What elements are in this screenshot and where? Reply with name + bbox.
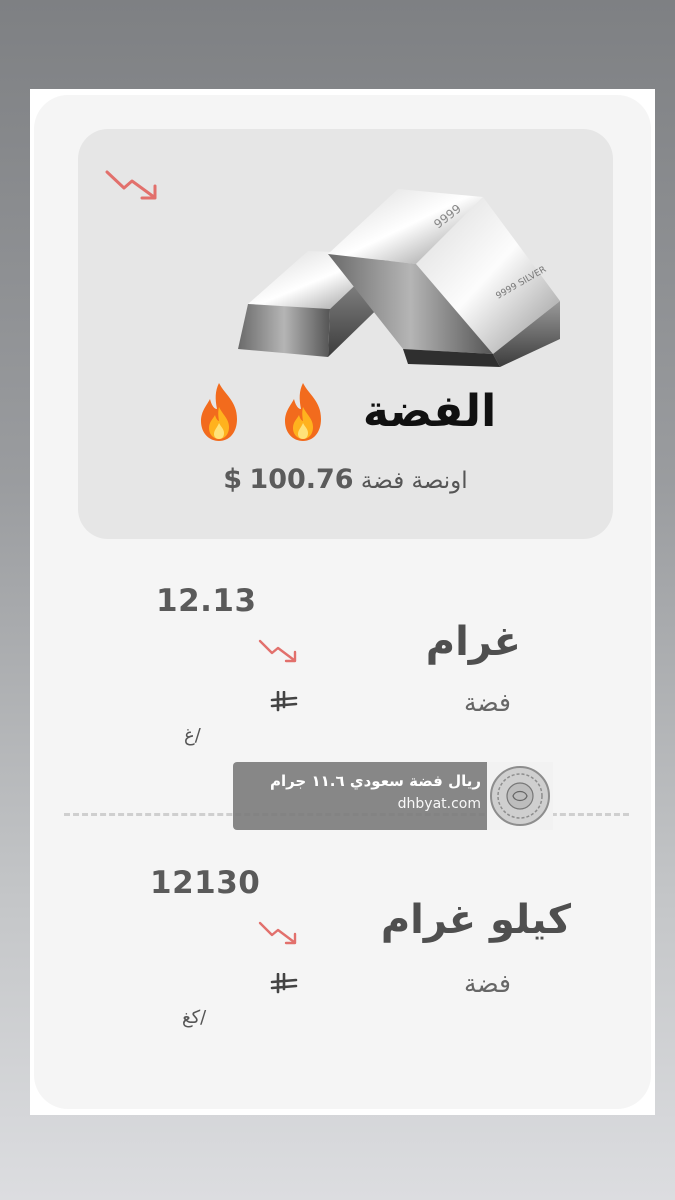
- ounce-label: اونصة فضة: [360, 468, 468, 494]
- saudi-riyal-icon: [270, 973, 298, 994]
- unit-name: غرام: [425, 619, 521, 665]
- price-value: 12.13: [156, 583, 257, 619]
- per-unit: /غ: [184, 725, 201, 746]
- price-value: 12130: [150, 865, 261, 901]
- trend-down-icon: [258, 921, 297, 945]
- unit-name: كيلو غرام: [380, 897, 571, 943]
- coin-thumbnail: [487, 762, 553, 830]
- per-unit: /كغ: [182, 1007, 207, 1028]
- fire-emoji-icon: [200, 383, 237, 441]
- fire-emoji-icon: [284, 383, 321, 441]
- silver-price-card: 9999 9999 SILVER الفضة اونصة فضة 100.76 …: [34, 95, 651, 1109]
- link-domain: dhbyat.com: [397, 796, 481, 812]
- trend-down-icon: [258, 639, 297, 663]
- saudi-riyal-icon: [270, 691, 298, 712]
- ounce-price: 100.76: [249, 464, 354, 495]
- currency-symbol: $: [223, 464, 243, 495]
- trend-down-icon: [105, 170, 157, 200]
- price-row-gram: 12.13 غرام فضة /غ: [34, 565, 651, 765]
- ounce-price-line: اونصة فضة 100.76 $: [78, 464, 613, 495]
- hero-title: الفضة: [362, 386, 497, 437]
- coin-icon: [490, 766, 550, 826]
- price-row-kilogram: 12130 كيلو غرام فضة /كغ: [34, 851, 651, 1051]
- hero-panel: 9999 9999 SILVER الفضة اونصة فضة 100.76 …: [78, 129, 613, 539]
- metal-name: فضة: [463, 688, 511, 717]
- metal-name: فضة: [463, 969, 511, 998]
- link-sticker[interactable]: ريال فضة سعودي ١١.٦ جرام dhbyat.com: [233, 762, 553, 830]
- link-sticker-text: ريال فضة سعودي ١١.٦ جرام dhbyat.com: [233, 762, 487, 830]
- link-title: ريال فضة سعودي ١١.٦ جرام: [269, 772, 481, 790]
- silver-bars-image: 9999 9999 SILVER: [238, 189, 560, 367]
- story-frame: 9999 9999 SILVER الفضة اونصة فضة 100.76 …: [30, 89, 655, 1115]
- hero-title-row: الفضة: [78, 377, 613, 447]
